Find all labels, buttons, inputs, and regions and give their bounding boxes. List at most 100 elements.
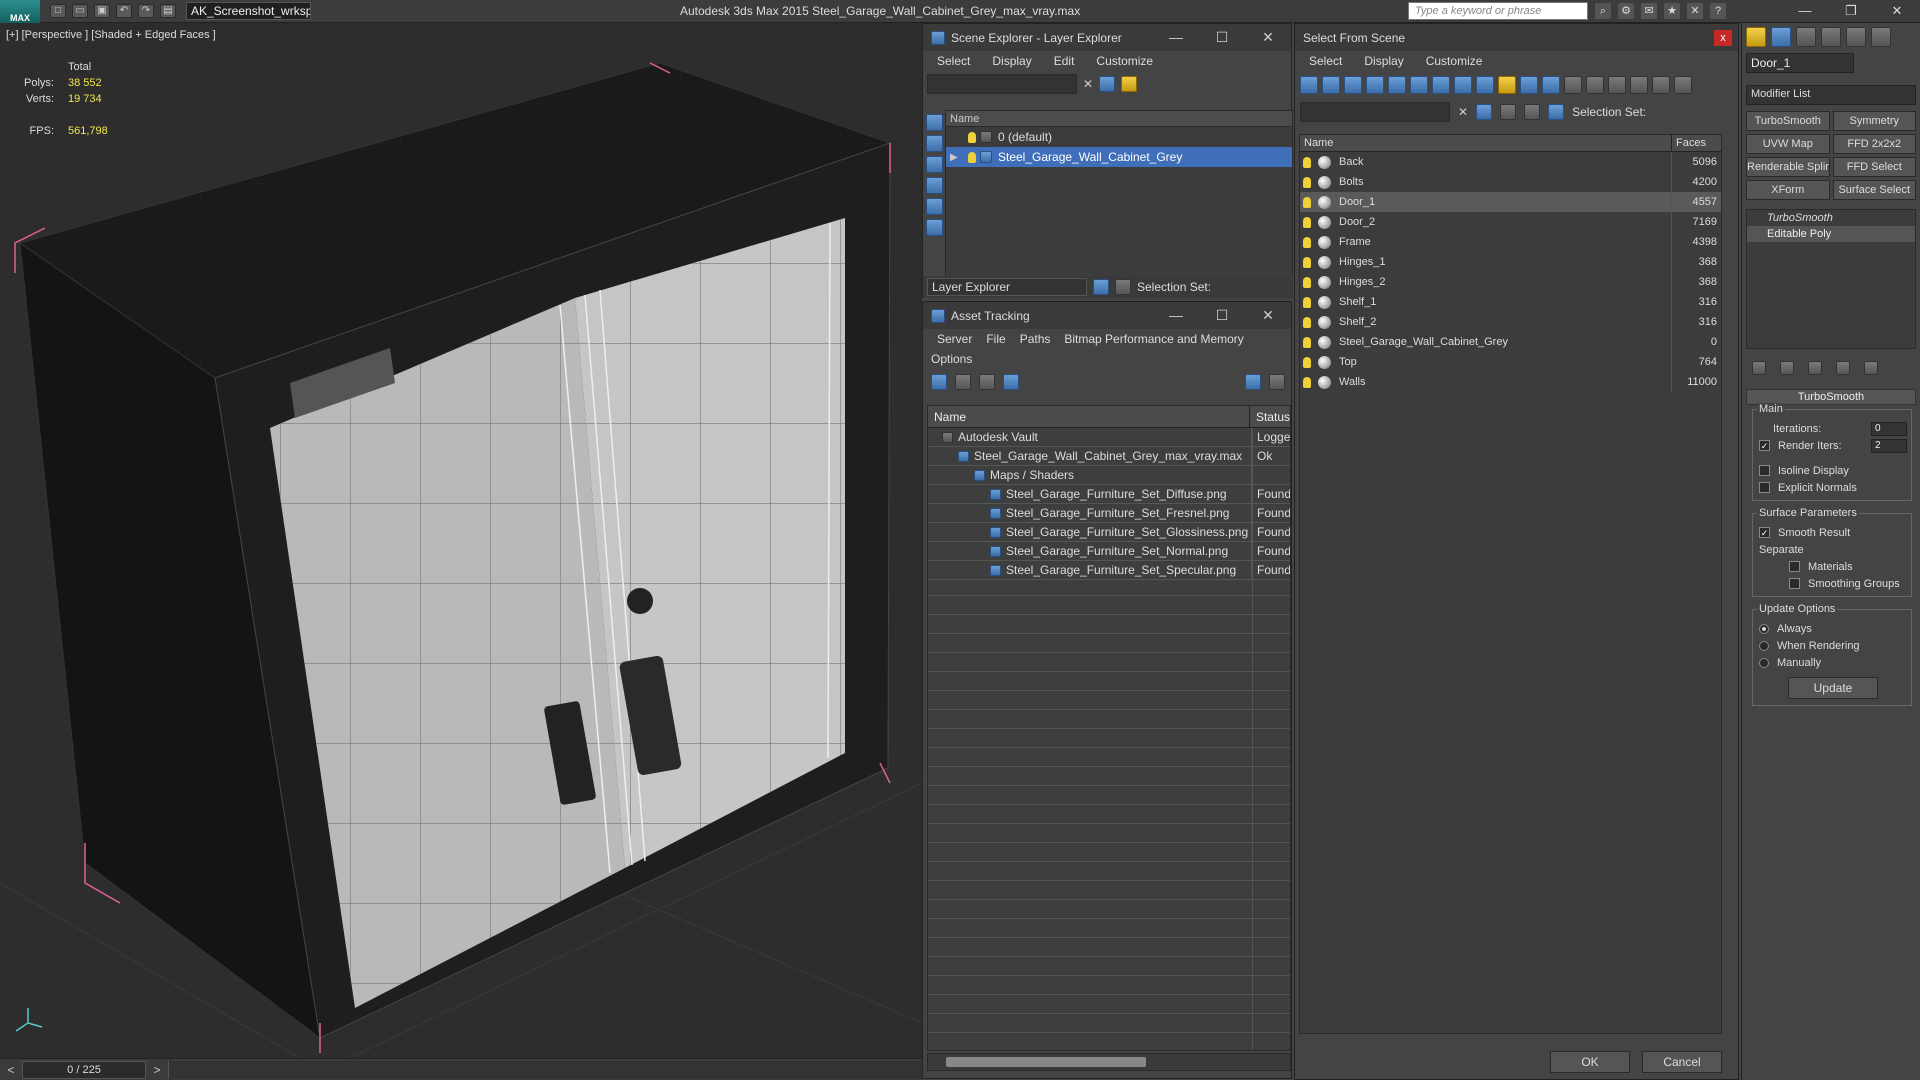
help-icon[interactable] bbox=[1245, 374, 1261, 390]
lightbulb-icon[interactable] bbox=[1303, 156, 1311, 168]
display-shapes-icon[interactable] bbox=[1322, 76, 1340, 94]
explicit-normals-checkbox[interactable] bbox=[1759, 482, 1770, 493]
sort-icon[interactable] bbox=[1652, 76, 1670, 94]
layer-row-selected[interactable]: ▶ Steel_Garage_Wall_Cabinet_Grey bbox=[946, 147, 1292, 167]
make-unique-icon[interactable] bbox=[1808, 361, 1822, 375]
settings-icon[interactable] bbox=[1269, 374, 1285, 390]
explorer-type-dropdown[interactable]: Layer Explorer bbox=[927, 278, 1087, 296]
lightbulb-icon[interactable] bbox=[968, 151, 976, 163]
modifier-turbosmooth-button[interactable]: TurboSmooth bbox=[1746, 111, 1830, 131]
column-name-header[interactable]: Name bbox=[1300, 135, 1671, 151]
layer-mode-icon[interactable] bbox=[1500, 104, 1517, 120]
perspective-viewport[interactable]: [+] [Perspective ] [Shaded + Edged Faces… bbox=[0, 23, 922, 1058]
object-row[interactable]: Shelf_2 316 bbox=[1300, 312, 1721, 332]
lightbulb-icon[interactable] bbox=[1303, 356, 1311, 368]
clear-search-icon[interactable]: ✕ bbox=[1458, 105, 1468, 119]
display-all-icon[interactable] bbox=[1564, 76, 1582, 94]
menu-options[interactable]: Options bbox=[923, 349, 1291, 369]
communication-icon[interactable]: ✉ bbox=[1641, 3, 1657, 19]
object-row[interactable]: Frame 4398 bbox=[1300, 232, 1721, 252]
exchange-icon[interactable]: ✕ bbox=[1687, 3, 1703, 19]
display-lights-icon[interactable] bbox=[925, 177, 943, 194]
motion-tab-icon[interactable] bbox=[1821, 27, 1841, 47]
display-tab-icon[interactable] bbox=[1846, 27, 1866, 47]
show-end-result-icon[interactable] bbox=[1780, 361, 1794, 375]
filter-icon[interactable] bbox=[1630, 76, 1648, 94]
clear-search-icon[interactable]: ✕ bbox=[1083, 77, 1093, 91]
menu-bitmap-performance[interactable]: Bitmap Performance and Memory bbox=[1064, 332, 1243, 346]
expand-arrow-icon[interactable]: ▶ bbox=[950, 152, 968, 163]
lightbulb-icon[interactable] bbox=[1303, 176, 1311, 188]
close-icon[interactable]: x bbox=[1714, 30, 1732, 46]
filter-icon[interactable] bbox=[1099, 76, 1116, 92]
menu-display[interactable]: Display bbox=[992, 54, 1031, 68]
hierarchy-tab-icon[interactable] bbox=[1796, 27, 1816, 47]
find-input[interactable] bbox=[927, 74, 1077, 94]
render-iters-checkbox[interactable]: ✓ bbox=[1759, 440, 1770, 451]
object-row[interactable]: Hinges_1 368 bbox=[1300, 252, 1721, 272]
list-view-icon[interactable] bbox=[955, 374, 971, 390]
render-iters-spinner[interactable]: 2 bbox=[1871, 438, 1907, 453]
layer-highlight-icon[interactable] bbox=[1121, 76, 1138, 92]
object-row[interactable]: Door_1 4557 bbox=[1300, 192, 1721, 212]
object-row[interactable]: Shelf_1 316 bbox=[1300, 292, 1721, 312]
app-logo[interactable]: MAX bbox=[0, 0, 40, 23]
workspace-dropdown[interactable]: AK_Screenshot_wrksp bbox=[186, 2, 311, 20]
time-prev-icon[interactable]: < bbox=[0, 1060, 22, 1080]
layer-row[interactable]: 0 (default) bbox=[946, 127, 1292, 147]
time-slider[interactable]: 0 / 225 bbox=[22, 1060, 146, 1079]
lightbulb-icon[interactable] bbox=[1303, 256, 1311, 268]
ok-button[interactable]: OK bbox=[1550, 1051, 1630, 1073]
help-icon[interactable]: ? bbox=[1710, 3, 1726, 19]
display-containers-icon[interactable] bbox=[1498, 76, 1516, 94]
always-radio[interactable] bbox=[1759, 623, 1769, 634]
menu-customize[interactable]: Customize bbox=[1096, 54, 1153, 68]
display-hidden-icon[interactable] bbox=[1542, 76, 1560, 94]
when-rendering-radio[interactable] bbox=[1759, 640, 1769, 651]
display-cameras-icon[interactable] bbox=[925, 198, 943, 215]
lightbulb-icon[interactable] bbox=[1303, 276, 1311, 288]
project-folder-icon[interactable]: ▤ bbox=[160, 4, 176, 18]
utilities-tab-icon[interactable] bbox=[1871, 27, 1891, 47]
layer-mode-icon[interactable] bbox=[1093, 279, 1109, 295]
modifier-xform-button[interactable]: XForm bbox=[1746, 180, 1830, 200]
menu-file[interactable]: File bbox=[986, 332, 1005, 346]
column-name-header[interactable]: Name bbox=[946, 111, 1292, 127]
viewport-label[interactable]: [+] [Perspective ] [Shaded + Edged Faces… bbox=[6, 29, 216, 41]
subscription-icon[interactable]: ⚙ bbox=[1618, 3, 1634, 19]
restore-icon[interactable]: ❐ bbox=[1828, 0, 1874, 23]
lightbulb-icon[interactable] bbox=[1303, 216, 1311, 228]
asset-row[interactable]: Steel_Garage_Furniture_Set_Diffuse.png Fo… bbox=[928, 484, 1290, 504]
configure-sets-icon[interactable] bbox=[1864, 361, 1878, 375]
track-bar[interactable] bbox=[168, 1060, 922, 1079]
manually-radio[interactable] bbox=[1759, 657, 1769, 668]
modifier-list-dropdown[interactable]: Modifier List bbox=[1746, 85, 1916, 105]
display-xrefs-icon[interactable] bbox=[1454, 76, 1472, 94]
object-row[interactable]: Back 5096 bbox=[1300, 152, 1721, 172]
modifier-ffd-button[interactable]: FFD 2x2x2 bbox=[1832, 134, 1916, 154]
menu-server[interactable]: Server bbox=[937, 332, 972, 346]
hierarchy-mode-icon[interactable] bbox=[1115, 279, 1131, 295]
binoculars-icon[interactable]: ⌕ bbox=[1595, 3, 1611, 19]
display-cameras-icon[interactable] bbox=[1366, 76, 1384, 94]
asset-row[interactable]: Autodesk Vault Logged bbox=[928, 427, 1290, 447]
lightbulb-icon[interactable] bbox=[968, 131, 976, 143]
menu-paths[interactable]: Paths bbox=[1020, 332, 1051, 346]
object-row[interactable]: Hinges_2 368 bbox=[1300, 272, 1721, 292]
redo-icon[interactable]: ↷ bbox=[138, 4, 154, 18]
modifier-symmetry-button[interactable]: Symmetry bbox=[1832, 111, 1916, 131]
object-row[interactable]: Walls 11000 bbox=[1300, 372, 1721, 392]
favorites-star-icon[interactable]: ★ bbox=[1664, 3, 1680, 19]
isoline-checkbox[interactable] bbox=[1759, 465, 1770, 476]
table-view-icon[interactable] bbox=[1003, 374, 1019, 390]
find-input[interactable] bbox=[1300, 102, 1450, 122]
display-none-icon[interactable] bbox=[1586, 76, 1604, 94]
display-all-icon[interactable] bbox=[925, 135, 943, 152]
menu-select[interactable]: Select bbox=[1309, 54, 1342, 68]
menu-select[interactable]: Select bbox=[937, 54, 970, 68]
display-frozen-icon[interactable] bbox=[1520, 76, 1538, 94]
stack-item-editable-poly[interactable]: Editable Poly bbox=[1747, 226, 1915, 242]
close-icon[interactable]: ✕ bbox=[1245, 29, 1291, 46]
minimize-icon[interactable]: — bbox=[1782, 0, 1828, 23]
undo-icon[interactable]: ↶ bbox=[116, 4, 132, 18]
